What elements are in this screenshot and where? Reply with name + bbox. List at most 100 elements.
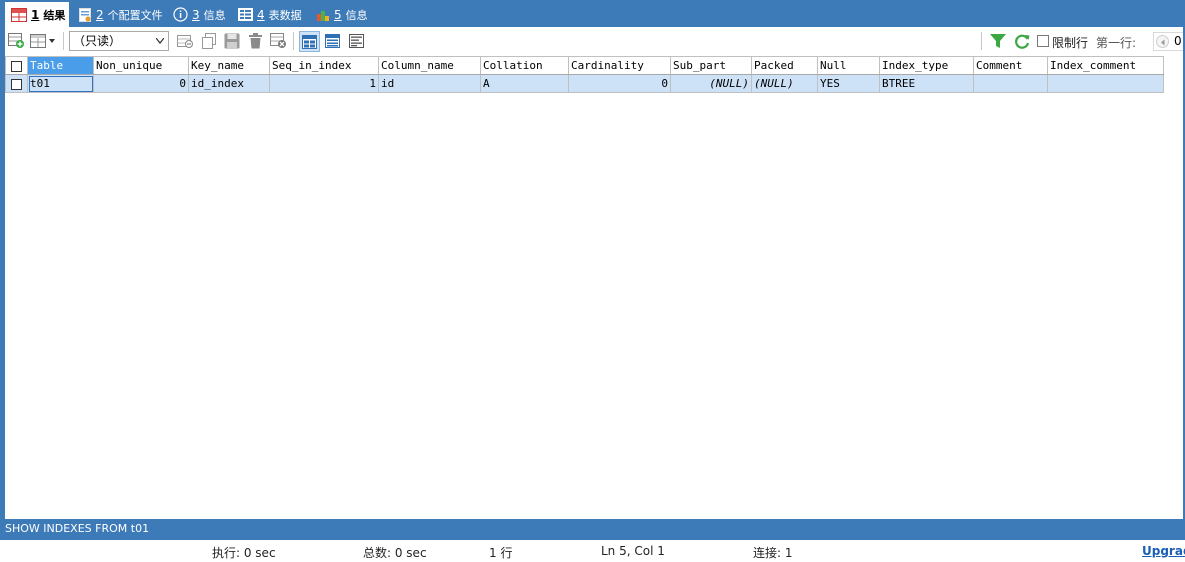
first-row-input[interactable]: 0 (1153, 32, 1183, 51)
table-cell[interactable]: 0 (93, 74, 189, 93)
toolbar-separator (981, 32, 982, 50)
save-changes-button[interactable] (223, 31, 241, 51)
frame-left-border (0, 27, 5, 519)
table-cell[interactable]: BTREE (879, 74, 974, 93)
column-header[interactable]: Collation (480, 56, 569, 75)
grid-toolbar: （只读） 限制行 第一行: 0 (5, 27, 1183, 55)
filter-icon (990, 34, 1006, 48)
info-icon (173, 7, 188, 22)
table-cell[interactable]: (NULL) (670, 74, 752, 93)
column-header[interactable]: Column_name (378, 56, 481, 75)
refresh-icon (1014, 34, 1029, 49)
grid-result-icon (11, 7, 27, 22)
column-header[interactable]: Seq_in_index (269, 56, 379, 75)
result-tab-strip: 1 结果 2 个配置文件 3 信息 4 表数据 5 信息 (0, 0, 1185, 27)
table-cell[interactable]: 0 (568, 74, 671, 93)
checkbox-icon (11, 60, 22, 72)
column-header[interactable]: Table (27, 56, 94, 75)
column-header[interactable]: Comment (973, 56, 1048, 75)
form-view-icon (324, 34, 340, 48)
column-header[interactable]: Key_name (188, 56, 270, 75)
row-checkbox[interactable] (5, 74, 28, 93)
save-icon (224, 33, 240, 49)
copy-row-button[interactable] (200, 31, 218, 51)
status-bar: 执行: 0 sec 总数: 0 sec 1 行 Ln 5, Col 1 连接: … (0, 540, 1185, 562)
select-all-checkbox[interactable] (5, 56, 28, 75)
table-data-icon (238, 8, 253, 21)
tab-results-number: 1 (31, 7, 40, 22)
total-time: 总数: 0 sec (363, 546, 427, 560)
tab-table-data[interactable]: 4 表数据 (232, 2, 308, 27)
column-header[interactable]: Index_comment (1047, 56, 1164, 75)
checkbox-icon (11, 78, 22, 90)
tab-info-number: 3 (192, 7, 200, 22)
limit-rows-checkbox[interactable] (1037, 35, 1049, 47)
copy-icon (202, 33, 216, 49)
read-only-mode-value: （只读） (73, 34, 122, 48)
table-cell[interactable]: A (480, 74, 569, 93)
tab-info-label: 信息 (203, 8, 226, 22)
form-view-button[interactable] (323, 31, 341, 51)
tab-profile[interactable]: 2 个配置文件 (72, 2, 169, 27)
grid-view-button[interactable] (299, 31, 320, 52)
table-cell[interactable] (973, 74, 1048, 93)
limit-rows-label: 限制行 (1052, 36, 1089, 50)
column-header[interactable]: Index_type (879, 56, 974, 75)
duplicate-row-icon (176, 35, 193, 48)
tab-info-2-number: 5 (334, 7, 342, 22)
table-cell[interactable]: id (378, 74, 481, 93)
grid-layout-icon (30, 34, 55, 48)
tab-info-2-label: 信息 (345, 8, 368, 22)
duplicate-row-button[interactable] (176, 31, 194, 51)
discard-changes-button[interactable] (269, 31, 287, 51)
refresh-button[interactable] (1013, 31, 1031, 51)
chevron-down-icon (156, 38, 164, 44)
upgrade-link[interactable]: Upgrad (1142, 544, 1185, 558)
table-cell[interactable]: (NULL) (751, 74, 818, 93)
grid-header-row: Table Non_unique Key_name Seq_in_index C… (5, 56, 1164, 75)
table-cell[interactable] (1047, 74, 1164, 93)
filter-button[interactable] (989, 31, 1007, 51)
add-row-icon (7, 33, 24, 48)
tab-results[interactable]: 1 结果 (5, 2, 69, 27)
previous-page-icon[interactable] (1156, 35, 1169, 48)
trash-icon (248, 33, 262, 49)
table-cell[interactable]: t01 (27, 74, 94, 93)
text-view-icon (348, 34, 364, 48)
read-only-mode-select[interactable]: （只读） (69, 31, 169, 51)
column-header[interactable]: Packed (751, 56, 818, 75)
delete-row-button[interactable] (246, 31, 264, 51)
table-cell[interactable]: id_index (188, 74, 270, 93)
query-text: SHOW INDEXES FROM t01 (5, 522, 150, 535)
first-row-label: 第一行: (1096, 36, 1137, 50)
connection-count: 连接: 1 (753, 546, 793, 560)
row-count: 1 行 (489, 546, 513, 560)
first-row-value: 0 (1174, 34, 1182, 48)
table-cell[interactable]: 1 (269, 74, 379, 93)
column-header[interactable]: Null (817, 56, 880, 75)
grid-layout-dropdown-button[interactable] (29, 31, 59, 51)
tab-results-label: 结果 (43, 8, 66, 22)
tab-table-data-number: 4 (257, 7, 265, 22)
execution-time: 执行: 0 sec (212, 546, 276, 560)
tab-info-2[interactable]: 5 信息 (310, 2, 374, 27)
result-grid: Table Non_unique Key_name Seq_in_index C… (5, 56, 1164, 93)
profile-icon (78, 7, 92, 22)
column-header[interactable]: Sub_part (670, 56, 752, 75)
add-row-button[interactable] (7, 31, 25, 51)
table-row[interactable]: t01 0 id_index 1 id A 0 (NULL) (NULL) YE… (5, 74, 1164, 93)
table-cell[interactable]: YES (817, 74, 880, 93)
discard-icon (269, 33, 286, 48)
text-view-button[interactable] (347, 31, 365, 51)
tab-table-data-label: 表数据 (268, 8, 302, 22)
tab-profile-label: 个配置文件 (107, 8, 163, 22)
query-text-bar: SHOW INDEXES FROM t01 (0, 519, 1185, 540)
info-chart-icon (316, 8, 330, 21)
toolbar-separator (293, 32, 294, 50)
tab-info[interactable]: 3 信息 (167, 2, 232, 27)
tab-profile-number: 2 (96, 7, 104, 22)
toolbar-separator (63, 32, 64, 50)
grid-view-icon (302, 34, 317, 49)
column-header[interactable]: Cardinality (568, 56, 671, 75)
column-header[interactable]: Non_unique (93, 56, 189, 75)
